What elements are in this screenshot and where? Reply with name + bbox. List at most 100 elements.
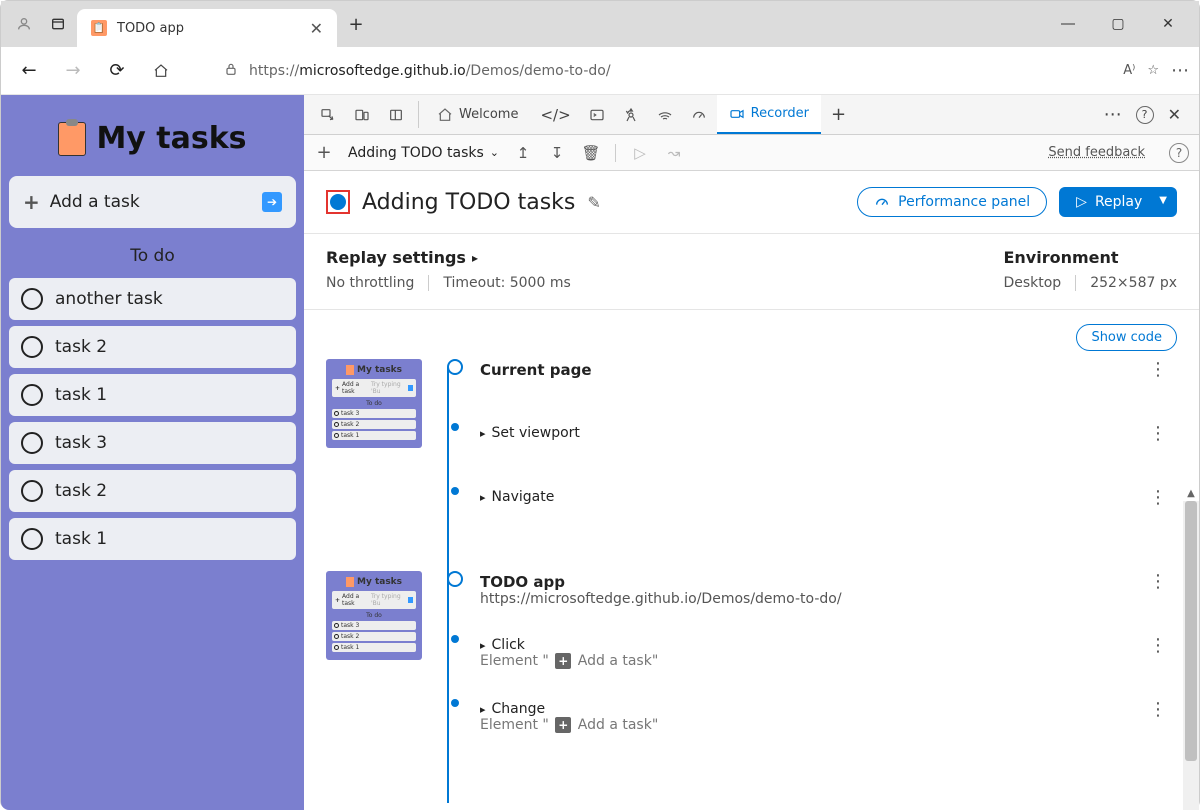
task-radio[interactable] (21, 528, 43, 550)
task-radio[interactable] (21, 432, 43, 454)
replay-button[interactable]: ▷ Replay (1059, 187, 1159, 217)
task-radio[interactable] (21, 480, 43, 502)
step-icon[interactable]: ↝ (664, 144, 684, 162)
add-task-input[interactable]: + Add a task ➔ (9, 176, 296, 228)
task-item[interactable]: task 2 (9, 326, 296, 368)
url-text: https://microsoftedge.github.io/Demos/de… (249, 63, 611, 79)
task-list: another task task 2 task 1 task 3 task 2… (9, 278, 296, 560)
dock-icon[interactable] (380, 95, 412, 134)
chevron-down-icon: ⌄ (490, 146, 499, 159)
refresh-button[interactable]: ⟳ (99, 53, 135, 89)
export-icon[interactable]: ↥ (513, 144, 533, 162)
step-menu-icon[interactable]: ⋮ (1139, 699, 1177, 720)
replay-settings-toggle[interactable]: Replay settings ▸ (326, 248, 571, 267)
step-menu-icon[interactable]: ⋮ (1139, 571, 1177, 592)
play-icon[interactable]: ▷ (630, 144, 650, 162)
minimize-button[interactable]: ― (1045, 9, 1091, 39)
task-item[interactable]: task 1 (9, 518, 296, 560)
todo-heading: My tasks (9, 103, 296, 166)
home-button[interactable] (143, 53, 179, 89)
tab-favicon: 📋 (91, 20, 107, 36)
browser-tab-strip: 📋 TODO app ✕ + ― ▢ ✕ (1, 1, 1199, 47)
tab-manager-icon[interactable] (43, 9, 73, 39)
import-icon[interactable]: ↧ (547, 144, 567, 162)
help-icon[interactable]: ? (1136, 106, 1154, 124)
step-element: Element " + Add a task" (480, 653, 1139, 669)
scroll-up-icon[interactable]: ▲ (1183, 485, 1199, 501)
recording-title: Adding TODO tasks (362, 190, 575, 215)
read-aloud-icon[interactable]: A⁾ (1123, 63, 1135, 78)
show-code-button[interactable]: Show code (1076, 324, 1177, 351)
favorite-icon[interactable]: ☆ (1147, 63, 1159, 78)
replay-menu-button[interactable]: ▼ (1149, 187, 1177, 217)
profile-icon[interactable] (9, 9, 39, 39)
address-bar-row: ← → ⟳ https://microsoftedge.github.io/De… (1, 47, 1199, 95)
timeout-value: Timeout: 5000 ms (443, 275, 570, 291)
console-icon[interactable] (581, 95, 613, 134)
network-icon[interactable] (649, 95, 681, 134)
tab-title: TODO app (117, 21, 184, 36)
env-size: 252×587 px (1090, 275, 1177, 291)
scrollbar[interactable]: ▲ (1183, 501, 1199, 810)
add-task-placeholder: Add a task (50, 192, 140, 212)
send-feedback-link[interactable]: Send feedback (1048, 145, 1145, 160)
tab-recorder[interactable]: Recorder (717, 95, 821, 134)
todo-title: My tasks (96, 121, 246, 156)
delete-icon[interactable]: 🗑 (581, 144, 601, 162)
scroll-thumb[interactable] (1185, 501, 1197, 761)
play-icon: ▷ (1076, 194, 1087, 210)
step-menu-icon[interactable]: ⋮ (1139, 487, 1177, 508)
tab-welcome[interactable]: Welcome (425, 95, 530, 134)
close-devtools-icon[interactable]: ✕ (1168, 105, 1181, 124)
toolbar-help-icon[interactable]: ? (1169, 143, 1189, 163)
performance-icon[interactable] (683, 95, 715, 134)
chevron-right-icon: ▸ (472, 251, 478, 265)
task-item[interactable]: another task (9, 278, 296, 320)
submit-task-icon[interactable]: ➔ (262, 192, 282, 212)
task-item[interactable]: task 3 (9, 422, 296, 464)
environment-label: Environment (1003, 248, 1177, 267)
record-indicator[interactable] (326, 190, 350, 214)
settings-row: Replay settings ▸ No throttling Timeout:… (304, 234, 1199, 310)
step-title: TODO app (480, 573, 1139, 591)
step-action[interactable]: ▸Set viewport (480, 425, 1139, 441)
clipboard-icon (58, 122, 86, 156)
maximize-button[interactable]: ▢ (1095, 9, 1141, 39)
tab-close-icon[interactable]: ✕ (310, 19, 323, 38)
step-menu-icon[interactable]: ⋮ (1139, 635, 1177, 656)
close-window-button[interactable]: ✕ (1145, 9, 1191, 39)
recorder-toolbar: + Adding TODO tasks ⌄ ↥ ↧ 🗑 ▷ ↝ Send fee… (304, 135, 1199, 171)
inspect-icon[interactable] (312, 95, 344, 134)
recording-select[interactable]: Adding TODO tasks ⌄ (348, 145, 499, 161)
step-title: Current page (480, 361, 1139, 379)
back-button[interactable]: ← (11, 53, 47, 89)
task-item[interactable]: task 1 (9, 374, 296, 416)
task-radio[interactable] (21, 384, 43, 406)
step-action[interactable]: ▸Click (480, 637, 1139, 653)
step-element: Element " + Add a task" (480, 717, 1139, 733)
task-item[interactable]: task 2 (9, 470, 296, 512)
add-tab-button[interactable]: + (823, 95, 854, 134)
task-radio[interactable] (21, 336, 43, 358)
task-radio[interactable] (21, 288, 43, 310)
new-recording-button[interactable]: + (314, 142, 334, 163)
new-tab-button[interactable]: + (341, 9, 371, 39)
more-tools-icon[interactable]: ⋯ (1104, 104, 1122, 125)
edit-title-icon[interactable]: ✎ (587, 193, 600, 212)
step-url: https://microsoftedge.github.io/Demos/de… (480, 591, 1139, 607)
step-menu-icon[interactable]: ⋮ (1139, 423, 1177, 444)
step-menu-icon[interactable]: ⋮ (1139, 359, 1177, 380)
task-section-label: To do (9, 238, 296, 268)
address-bar[interactable]: https://microsoftedge.github.io/Demos/de… (215, 61, 1115, 81)
more-icon[interactable]: ⋯ (1171, 60, 1189, 81)
devtools-tabs: Welcome </> Recorder + ⋯ ? ✕ (304, 95, 1199, 135)
device-icon[interactable] (346, 95, 378, 134)
performance-panel-button[interactable]: Performance panel (857, 187, 1047, 217)
step-action[interactable]: ▸Change (480, 701, 1139, 717)
elements-icon[interactable]: </> (532, 95, 578, 134)
recording-header: Adding TODO tasks ✎ Performance panel ▷ … (304, 171, 1199, 234)
step-action[interactable]: ▸Navigate (480, 489, 1139, 505)
sources-icon[interactable] (615, 95, 647, 134)
window-controls: ― ▢ ✕ (1045, 9, 1191, 39)
browser-tab[interactable]: 📋 TODO app ✕ (77, 9, 337, 47)
